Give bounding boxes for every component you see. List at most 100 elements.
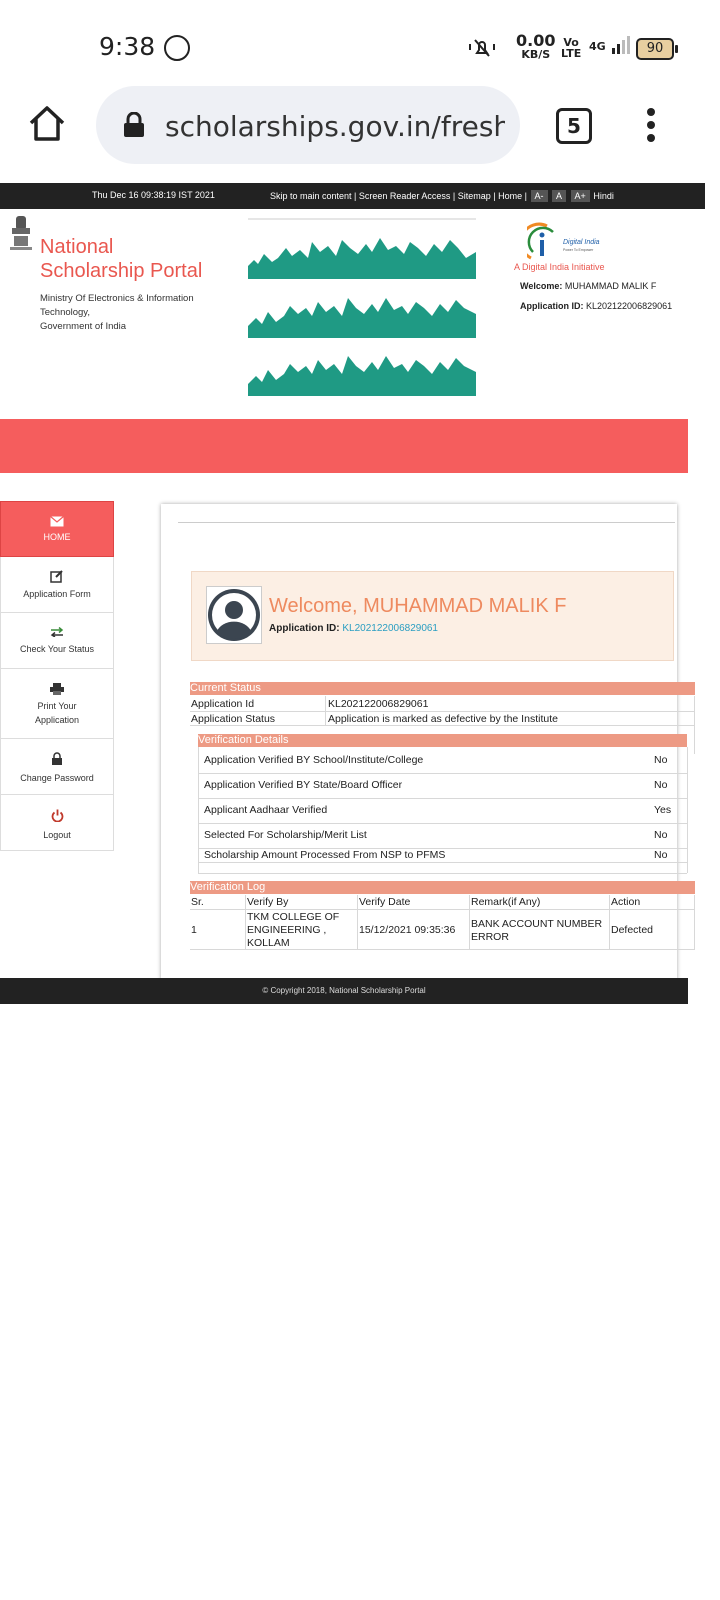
sidebar-item-home[interactable]: HOME (0, 501, 114, 557)
welcome-application-id: Application ID: KL202122006829061 (269, 623, 438, 634)
log-remark-line: ERROR (471, 931, 509, 943)
current-status-value: KL202122006829061 (328, 698, 429, 710)
server-datetime: Thu Dec 16 09:38:19 IST 2021 (92, 190, 215, 200)
current-status-label: Application Status (191, 713, 276, 725)
ministry-line1: Ministry Of Electronics & Information (40, 293, 194, 304)
sidebar-item-application-form[interactable]: Application Form (0, 557, 114, 613)
log-sr: 1 (191, 924, 197, 936)
log-verify-by-line: ENGINEERING , (247, 924, 327, 936)
sidebar-item-label: HOME (43, 532, 71, 542)
log-column-header: Action (611, 896, 641, 908)
header-appid-label: Application ID: (520, 301, 584, 311)
verification-detail-label: Application Verified BY State/Board Offi… (204, 779, 403, 791)
signal-4g-icon: 4G (589, 36, 632, 56)
portal-title: National Scholarship Portal (40, 235, 202, 283)
signal-bars-icon (611, 36, 630, 54)
font-decrease-button[interactable]: A- (530, 190, 548, 202)
digital-india-text: Digital India (563, 239, 600, 246)
portal-title-line1: National (40, 236, 114, 258)
log-column-header: Remark(if Any) (471, 896, 541, 908)
power-icon (51, 809, 63, 822)
net-speed-value: 0.00 (516, 31, 556, 50)
avatar (206, 586, 262, 644)
sidebar-item-print-application[interactable]: Print Your Application (0, 669, 114, 739)
clock: 9:38 (99, 32, 156, 61)
site-footer: © Copyright 2018, National Scholarship P… (0, 978, 688, 1004)
current-status-value: Application is marked as defective by th… (328, 713, 558, 725)
log-verify-by: TKM COLLEGE OF ENGINEERING , KOLLAM (247, 911, 339, 950)
welcome-greeting: Welcome, MUHAMMAD MALIK F (269, 595, 567, 617)
transfer-arrows-icon (50, 627, 64, 637)
sidebar-item-label: Print Your Application (34, 701, 80, 725)
net-speed-unit: KB/S (521, 48, 551, 61)
header-welcome-label: Welcome: (520, 281, 563, 291)
browser-menu-icon[interactable] (645, 108, 657, 144)
url-text[interactable]: scholarships.gov.in/fresh/c (165, 110, 505, 143)
verification-detail-value: No (654, 849, 668, 861)
log-remark-line: BANK ACCOUNT NUMBER (471, 918, 603, 930)
sidebar-item-label: Check Your Status (19, 644, 95, 654)
ministry-line2: Technology, (40, 307, 90, 318)
verification-detail-label: Application Verified BY School/Institute… (204, 754, 424, 766)
network-speed: 0.00 KB/S (516, 31, 556, 62)
sidebar-item-label: Logout (43, 830, 71, 840)
log-column-header: Verify Date (359, 896, 411, 908)
lock-icon (52, 752, 62, 765)
divider (178, 522, 675, 523)
envelope-icon (50, 516, 64, 527)
log-verify-date: 15/12/2021 09:35:36 (359, 924, 456, 936)
verification-log-heading: Verification Log (190, 881, 695, 894)
lock-icon (124, 112, 144, 137)
log-verify-by-line: KOLLAM (247, 937, 290, 949)
whatsapp-icon (164, 35, 190, 61)
sidebar-item-logout[interactable]: Logout (0, 795, 114, 851)
ministry-text: Ministry Of Electronics & Information Te… (40, 292, 220, 334)
verification-detail-label: Applicant Aadhaar Verified (204, 804, 328, 816)
printer-icon (50, 683, 64, 695)
verification-details-heading: Verification Details (198, 734, 687, 747)
sidebar-item-label: Application Form (23, 589, 91, 599)
mute-bell-icon (469, 39, 495, 57)
battery-icon: 90 (636, 38, 678, 60)
network-type: 4G (589, 40, 606, 53)
log-column-header: Sr. (191, 896, 204, 908)
header-welcome: Welcome: MUHAMMAD MALIK F (520, 281, 656, 291)
edit-icon (50, 570, 63, 583)
verification-detail-value: No (654, 829, 668, 841)
verification-detail-value: Yes (654, 804, 672, 816)
log-verify-by-line: TKM COLLEGE OF (247, 911, 340, 923)
home-icon[interactable] (27, 103, 67, 143)
log-action: Defected (611, 924, 654, 936)
log-remark: BANK ACCOUNT NUMBER ERROR (471, 918, 602, 944)
digital-india-logo: Digital India Power To Empower (527, 222, 600, 260)
site-top-bar: Thu Dec 16 09:38:19 IST 2021 Skip to mai… (0, 183, 705, 209)
header-appid-value: KL202122006829061 (586, 301, 673, 311)
volte-indicator: Vo LTE (561, 36, 582, 60)
digital-india-subtext: Power To Empower (563, 248, 594, 252)
verification-detail-label: Selected For Scholarship/Merit List (204, 829, 367, 841)
portal-title-line2: Scholarship Portal (40, 260, 203, 282)
current-status-label: Application Id (191, 698, 255, 710)
tab-switcher-button[interactable]: 5 (556, 108, 592, 144)
log-column-header: Verify By (247, 896, 289, 908)
welcome-appid-value: KL202122006829061 (342, 623, 438, 634)
font-increase-button[interactable]: A+ (570, 190, 590, 202)
verification-detail-value: No (654, 754, 668, 766)
red-nav-band (0, 419, 688, 473)
header-welcome-name: MUHAMMAD MALIK F (564, 281, 657, 291)
digital-india-tagline: A Digital India Initiative (514, 262, 605, 272)
verification-detail-label: Scholarship Amount Processed From NSP to… (204, 849, 446, 861)
welcome-appid-label: Application ID: (269, 623, 340, 634)
hindi-link[interactable]: Hindi (593, 191, 614, 201)
sidebar-item-change-password[interactable]: Change Password (0, 739, 114, 795)
ministry-line3: Government of India (40, 321, 127, 332)
header-application-id: Application ID: KL202122006829061 (520, 301, 672, 311)
current-status-heading: Current Status (190, 682, 695, 695)
verification-detail-value: No (654, 779, 668, 791)
font-normal-button[interactable]: A (552, 190, 567, 202)
accessibility-links[interactable]: Skip to main content | Screen Reader Acc… (270, 191, 527, 201)
national-emblem-icon (10, 216, 32, 250)
sidebar-item-label: Change Password (20, 773, 94, 783)
sidebar-item-check-status[interactable]: Check Your Status (0, 613, 114, 669)
skyline-banner-image (248, 218, 476, 396)
